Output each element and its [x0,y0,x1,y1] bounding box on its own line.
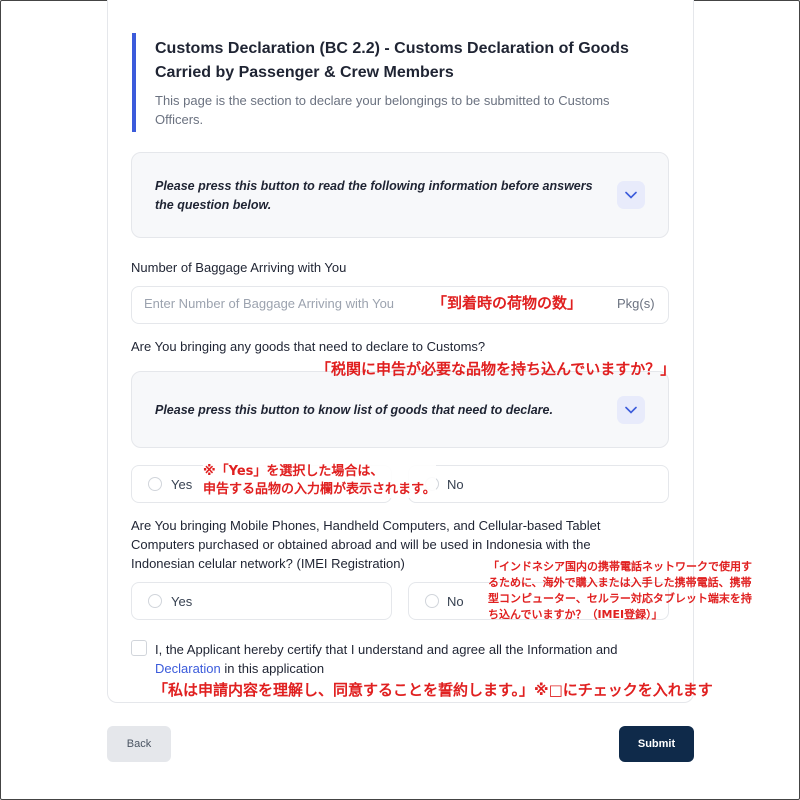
annotation-imei-line2: るために、海外で購入または入手した携帯電話、携帯 [488,575,752,589]
imei-no-label: No [447,594,464,609]
title-accent-bar [132,33,136,132]
imei-yes-label: Yes [171,594,193,609]
imei-yes-radio[interactable] [148,594,162,608]
certify-checkbox[interactable] [131,640,147,656]
annotation-certify: 「私は申請内容を理解し、同意することを誓約します。」※□にチェックを入れます [153,681,713,699]
baggage-unit-suffix: Pkg(s) [617,296,655,311]
submit-button[interactable]: Submit [619,726,694,762]
baggage-label: Number of Baggage Arriving with You [131,260,347,275]
page-subtitle: This page is the section to declare your… [155,93,610,127]
info-accordion-goods-list-text: Please press this button to know list of… [155,403,553,417]
certify-text: I, the Applicant hereby certify that I u… [155,642,618,657]
goods-declare-question: Are You bringing any goods that need to … [131,339,486,354]
back-button[interactable]: Back [107,726,171,762]
annotation-goods: 「税関に申告が必要な品物を持ち込んでいますか？」 [316,360,676,378]
goods-no-label: No [447,477,464,492]
certify-suffix: in this application [220,661,325,676]
annotation-yes-note-line2: 申告する品物の入力欄が表示されます。 [203,481,436,497]
annotation-imei-line3: 型コンピューター、セルラー対応タブレット端末を持 [488,591,752,605]
certify-statement: I, the Applicant hereby certify that I u… [155,640,655,678]
annotation-imei-line4: ち込んでいますか？（IMEI登録）」 [488,607,663,621]
annotation-baggage: 「到着時の荷物の数」 [432,294,583,312]
annotation-yes-note: ※「Yes」を選択した場合は、 申告する品物の入力欄が表示されます。 [203,463,436,499]
declaration-link[interactable]: Declaration [155,661,221,676]
goods-yes-radio[interactable] [148,477,162,491]
info-accordion-read-before-text: Please press this button to read the fol… [155,179,593,212]
annotation-imei: 「インドネシア国内の携帯電話ネットワークで使用す るために、海外で購入または入手… [488,559,752,623]
annotation-imei-line1: 「インドネシア国内の携帯電話ネットワークで使用す [488,560,752,573]
page-title: Customs Declaration (BC 2.2) - Customs D… [155,40,629,81]
goods-yes-label: Yes [171,477,193,492]
baggage-count-placeholder: Enter Number of Baggage Arriving with Yo… [144,296,395,311]
chevron-down-icon[interactable] [617,181,645,209]
annotation-yes-note-line1: ※「Yes」を選択した場合は、 [203,464,384,479]
imei-no-radio[interactable] [425,594,439,608]
chevron-down-icon[interactable] [617,396,645,424]
